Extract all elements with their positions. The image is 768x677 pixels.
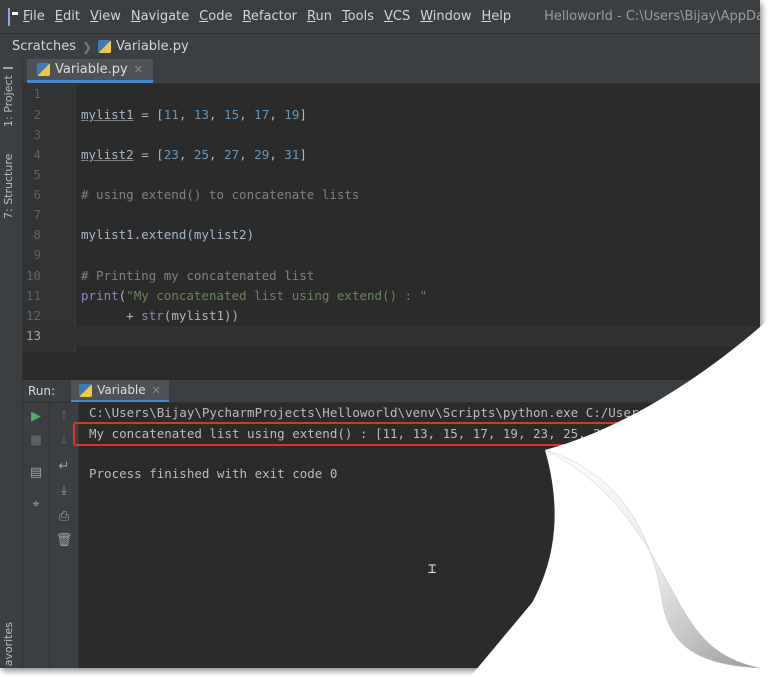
- breadcrumb: Scratches ❯ Variable.py: [0, 33, 760, 60]
- code-line-9: 9: [23, 245, 760, 265]
- layout-icon[interactable]: ▤: [23, 463, 49, 483]
- line-number: 5: [33, 167, 41, 182]
- menu-run[interactable]: Run: [302, 9, 337, 24]
- code-line-4: 4 mylist2 = [23, 25, 27, 29, 31]: [23, 145, 760, 165]
- tab-variable-py[interactable]: Variable.py ✕: [27, 59, 153, 83]
- line-number: 13: [25, 328, 41, 343]
- left-tool-strip: 1: Project 7: Structure: [0, 59, 23, 668]
- code-text: + str(mylist1)): [81, 308, 240, 323]
- code-line-7: 7: [23, 205, 760, 225]
- trash-icon[interactable]: 🗑: [50, 531, 78, 551]
- code-comment: # using extend() to concatenate lists: [81, 187, 360, 202]
- run-tab-variable[interactable]: Variable ✕: [71, 380, 169, 402]
- soft-wrap-icon[interactable]: ↵: [50, 457, 78, 477]
- code-text: mylist2 = [23, 25, 27, 29, 31]: [81, 147, 307, 162]
- run-label: Run:: [28, 384, 56, 398]
- code-line-3: 3: [23, 125, 760, 145]
- text-cursor-icon: ⌶: [428, 561, 437, 577]
- highlight-box: [73, 422, 688, 446]
- tab-structure-label: 7: Structure: [2, 153, 15, 219]
- code-text: mylist1 = [11, 13, 15, 17, 19]: [81, 107, 307, 122]
- code-line-11: 11 print("My concatenated list using ext…: [23, 286, 760, 306]
- editor-bottom-area: [23, 352, 760, 381]
- line-number: 6: [33, 187, 41, 202]
- menu-file[interactable]: File: [18, 9, 50, 24]
- code-text: print("My concatenated list using extend…: [81, 288, 428, 303]
- code-line-6: 6 # using extend() to concatenate lists: [23, 185, 760, 205]
- python-file-icon: [98, 40, 112, 53]
- window-title: Helloworld - C:\Users\Bijay\AppData\Roam…: [544, 9, 760, 24]
- code-line-12: 12 + str(mylist1)): [23, 306, 760, 326]
- close-icon[interactable]: ✕: [152, 384, 161, 397]
- breadcrumb-file[interactable]: Variable.py: [98, 39, 189, 54]
- run-toolbar-primary: ▶ ■ ▤ ⌖: [23, 403, 50, 668]
- rerun-play-icon[interactable]: ▶: [23, 407, 49, 427]
- tab-project[interactable]: 1: Project: [2, 67, 15, 127]
- menu-edit[interactable]: Edit: [50, 9, 85, 24]
- tab-structure[interactable]: 7: Structure: [2, 149, 15, 219]
- breadcrumb-scratches[interactable]: Scratches: [12, 39, 76, 54]
- line-number: 4: [33, 147, 41, 162]
- menu-window[interactable]: Window: [415, 9, 476, 24]
- pin-icon[interactable]: ⌖: [23, 495, 49, 515]
- ide-window: File Edit View Navigate Code Refactor Ru…: [0, 0, 760, 668]
- line-number: 9: [33, 247, 41, 262]
- tab-favorites[interactable]: avorites: [2, 622, 15, 666]
- code-line-2: 2 mylist1 = [11, 13, 15, 17, 19]: [23, 105, 760, 125]
- menu-bar: File Edit View Navigate Code Refactor Ru…: [0, 0, 760, 33]
- python-file-icon: [37, 63, 50, 76]
- menu-refactor[interactable]: Refactor: [237, 9, 302, 24]
- editor-tab-bar: Variable.py ✕: [23, 59, 760, 84]
- scroll-to-end-icon[interactable]: ⤓: [50, 481, 78, 501]
- folder-icon: [3, 67, 14, 70]
- print-icon[interactable]: ⎙: [50, 507, 78, 527]
- code-text: mylist1.extend(mylist2): [81, 227, 255, 242]
- code-line-8: 8 mylist1.extend(mylist2): [23, 225, 760, 245]
- tab-label: Variable.py: [55, 62, 128, 77]
- menu-help[interactable]: Help: [477, 9, 517, 24]
- code-line-13: 13: [23, 326, 760, 346]
- console-line-exit: Process finished with exit code 0: [89, 466, 338, 481]
- pycharm-logo-icon: [8, 7, 18, 26]
- code-line-10: 10 # Printing my concatenated list: [23, 266, 760, 286]
- code-line-1: 1: [23, 84, 760, 104]
- line-number: 12: [25, 308, 41, 323]
- run-tab-label: Variable: [97, 383, 146, 397]
- line-number: 2: [33, 107, 41, 122]
- menu-view[interactable]: View: [85, 9, 126, 24]
- line-number: 3: [33, 127, 41, 142]
- stop-icon[interactable]: ■: [23, 431, 49, 451]
- menu-tools[interactable]: Tools: [337, 9, 379, 24]
- run-console[interactable]: C:\Users\Bijay\PycharmProjects\Helloworl…: [73, 403, 760, 668]
- tab-project-label: 1: Project: [2, 75, 15, 127]
- run-panel-header: Run: Variable ✕: [23, 380, 760, 403]
- close-icon[interactable]: ✕: [134, 63, 143, 76]
- line-number: 8: [33, 227, 41, 242]
- line-number: 10: [25, 268, 41, 283]
- menu-vcs[interactable]: VCS: [379, 9, 415, 24]
- python-run-config-icon: [79, 383, 93, 397]
- line-number: 11: [25, 288, 41, 303]
- menu-code[interactable]: Code: [194, 9, 237, 24]
- code-line-5: 5: [23, 165, 760, 185]
- breadcrumb-file-label: Variable.py: [116, 39, 189, 54]
- console-line-command: C:\Users\Bijay\PycharmProjects\Helloworl…: [89, 405, 752, 420]
- line-number: 7: [33, 207, 41, 222]
- menu-navigate[interactable]: Navigate: [126, 9, 194, 24]
- code-comment: # Printing my concatenated list: [81, 268, 315, 283]
- code-editor[interactable]: 1 2 mylist1 = [11, 13, 15, 17, 19] 3 4 m…: [23, 84, 760, 352]
- chevron-right-icon: ❯: [81, 39, 93, 54]
- line-number: 1: [33, 86, 41, 101]
